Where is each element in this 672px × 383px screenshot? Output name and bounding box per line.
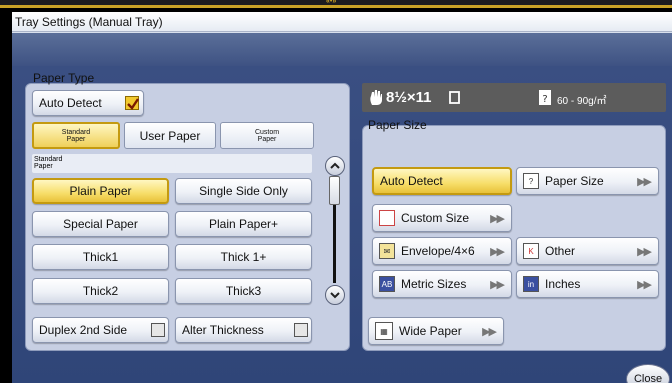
tab-standard-line2: Paper <box>66 135 86 143</box>
paper-orientation-icon <box>449 91 460 104</box>
wide-paper-label: Wide Paper <box>399 324 462 338</box>
tab-custom-paper[interactable]: Custom Paper <box>220 122 314 149</box>
plain-paper-label: Plain Paper <box>69 184 132 198</box>
thick1-label: Thick1 <box>82 250 119 264</box>
double-chevron-right-icon: ▶▶ <box>637 175 652 188</box>
top-accent-line <box>0 5 672 8</box>
special-paper-label: Special Paper <box>63 217 138 231</box>
metric-icon: AB <box>379 276 395 292</box>
thick2-button[interactable]: Thick2 <box>32 278 169 304</box>
double-chevron-right-icon: ▶▶ <box>490 212 505 225</box>
alter-thickness-label: Alter Thickness <box>182 323 264 337</box>
custom-size-button[interactable]: Custom Size ▶▶ <box>372 204 512 232</box>
paper-size-button[interactable]: ? Paper Size ▶▶ <box>516 167 659 195</box>
thick1-button[interactable]: Thick1 <box>32 244 169 270</box>
paper-type-label: Paper Type <box>33 71 95 85</box>
paper-weight-icon: ? <box>539 90 551 105</box>
header-band <box>12 33 672 66</box>
special-paper-button[interactable]: Special Paper <box>32 211 169 237</box>
auto-detect-type-button[interactable]: Auto Detect <box>32 90 144 116</box>
custom-size-label: Custom Size <box>401 211 470 225</box>
tab-standard-paper[interactable]: Standard Paper <box>32 122 120 149</box>
scroll-up-button[interactable] <box>325 156 345 176</box>
auto-detect-size-label: Auto Detect <box>380 174 443 188</box>
top-indicator: «•» <box>326 0 337 5</box>
tab-custom-line2: Paper <box>257 135 277 143</box>
wide-paper-button[interactable]: ▦ Wide Paper ▶▶ <box>368 317 504 345</box>
double-chevron-right-icon: ▶▶ <box>490 278 505 291</box>
check-icon <box>127 98 139 110</box>
window-title: Tray Settings (Manual Tray) <box>15 15 163 29</box>
other-size-icon: K <box>523 243 539 259</box>
custom-size-icon <box>379 210 395 226</box>
envelope-label: Envelope/4×6 <box>401 244 475 258</box>
double-chevron-right-icon: ▶▶ <box>490 245 505 258</box>
single-side-only-label: Single Side Only <box>199 184 288 198</box>
plain-paper-plus-label: Plain Paper+ <box>208 217 279 231</box>
scroll-down-button[interactable] <box>325 285 345 305</box>
single-side-only-button[interactable]: Single Side Only <box>175 178 312 204</box>
thick1-plus-label: Thick 1+ <box>220 250 267 264</box>
paper-status-bar: 8½×11 ? 60 - 90g/㎡ <box>362 83 666 112</box>
title-bar: Tray Settings (Manual Tray) <box>12 12 672 32</box>
duplex-2nd-side-label: Duplex 2nd Side <box>39 323 128 337</box>
subheading-line1: Standard <box>34 156 63 163</box>
auto-detect-type-label: Auto Detect <box>39 96 102 110</box>
status-paper-weight: 60 - 90g/㎡ <box>557 96 607 107</box>
tab-user-paper[interactable]: User Paper <box>124 122 216 149</box>
subheading-line2: Paper <box>34 163 53 170</box>
auto-detect-type-checkbox[interactable] <box>125 96 139 110</box>
chevron-up-icon <box>330 162 340 169</box>
duplex-2nd-side-checkbox[interactable] <box>151 323 165 337</box>
inches-label: Inches <box>545 277 581 291</box>
other-size-button[interactable]: K Other ▶▶ <box>516 237 659 265</box>
thick3-label: Thick3 <box>225 284 262 298</box>
metric-sizes-button[interactable]: AB Metric Sizes ▶▶ <box>372 270 512 298</box>
metric-sizes-label: Metric Sizes <box>401 277 467 291</box>
thick1-plus-button[interactable]: Thick 1+ <box>175 244 312 270</box>
inches-icon: in <box>523 276 539 292</box>
paper-size-label: Paper Size <box>368 118 427 132</box>
thick2-label: Thick2 <box>82 284 119 298</box>
tab-standard-line1: Standard <box>61 128 91 136</box>
double-chevron-right-icon: ▶▶ <box>482 325 497 338</box>
auto-detect-size-button[interactable]: Auto Detect <box>372 167 512 195</box>
plain-paper-button[interactable]: Plain Paper <box>32 178 169 204</box>
svg-text:?: ? <box>542 94 547 105</box>
thick3-button[interactable]: Thick3 <box>175 278 312 304</box>
paper-size-icon: ? <box>523 173 539 189</box>
scrollbar-thumb[interactable] <box>329 176 340 205</box>
duplex-2nd-side-button[interactable]: Duplex 2nd Side <box>32 317 169 343</box>
tab-custom-line1: Custom <box>254 128 280 136</box>
tab-user-paper-label: User Paper <box>139 128 201 143</box>
envelope-button[interactable]: ✉ Envelope/4×6 ▶▶ <box>372 237 512 265</box>
alter-thickness-checkbox[interactable] <box>294 323 308 337</box>
hand-tray-icon <box>370 90 382 105</box>
chevron-down-icon <box>330 292 340 299</box>
paper-size-button-label: Paper Size <box>545 174 604 188</box>
plain-paper-plus-button[interactable]: Plain Paper+ <box>175 211 312 237</box>
wide-paper-icon: ▦ <box>375 322 393 340</box>
other-size-label: Other <box>545 244 576 258</box>
inches-button[interactable]: in Inches ▶▶ <box>516 270 659 298</box>
top-status-strip: «•» <box>0 0 672 8</box>
alter-thickness-button[interactable]: Alter Thickness <box>175 317 312 343</box>
subheading-standard-paper: Standard Paper <box>32 154 312 173</box>
double-chevron-right-icon: ▶▶ <box>637 278 652 291</box>
envelope-icon: ✉ <box>379 243 395 259</box>
double-chevron-right-icon: ▶▶ <box>637 245 652 258</box>
status-paper-size: 8½×11 <box>386 89 432 106</box>
close-label: Close <box>633 373 663 383</box>
